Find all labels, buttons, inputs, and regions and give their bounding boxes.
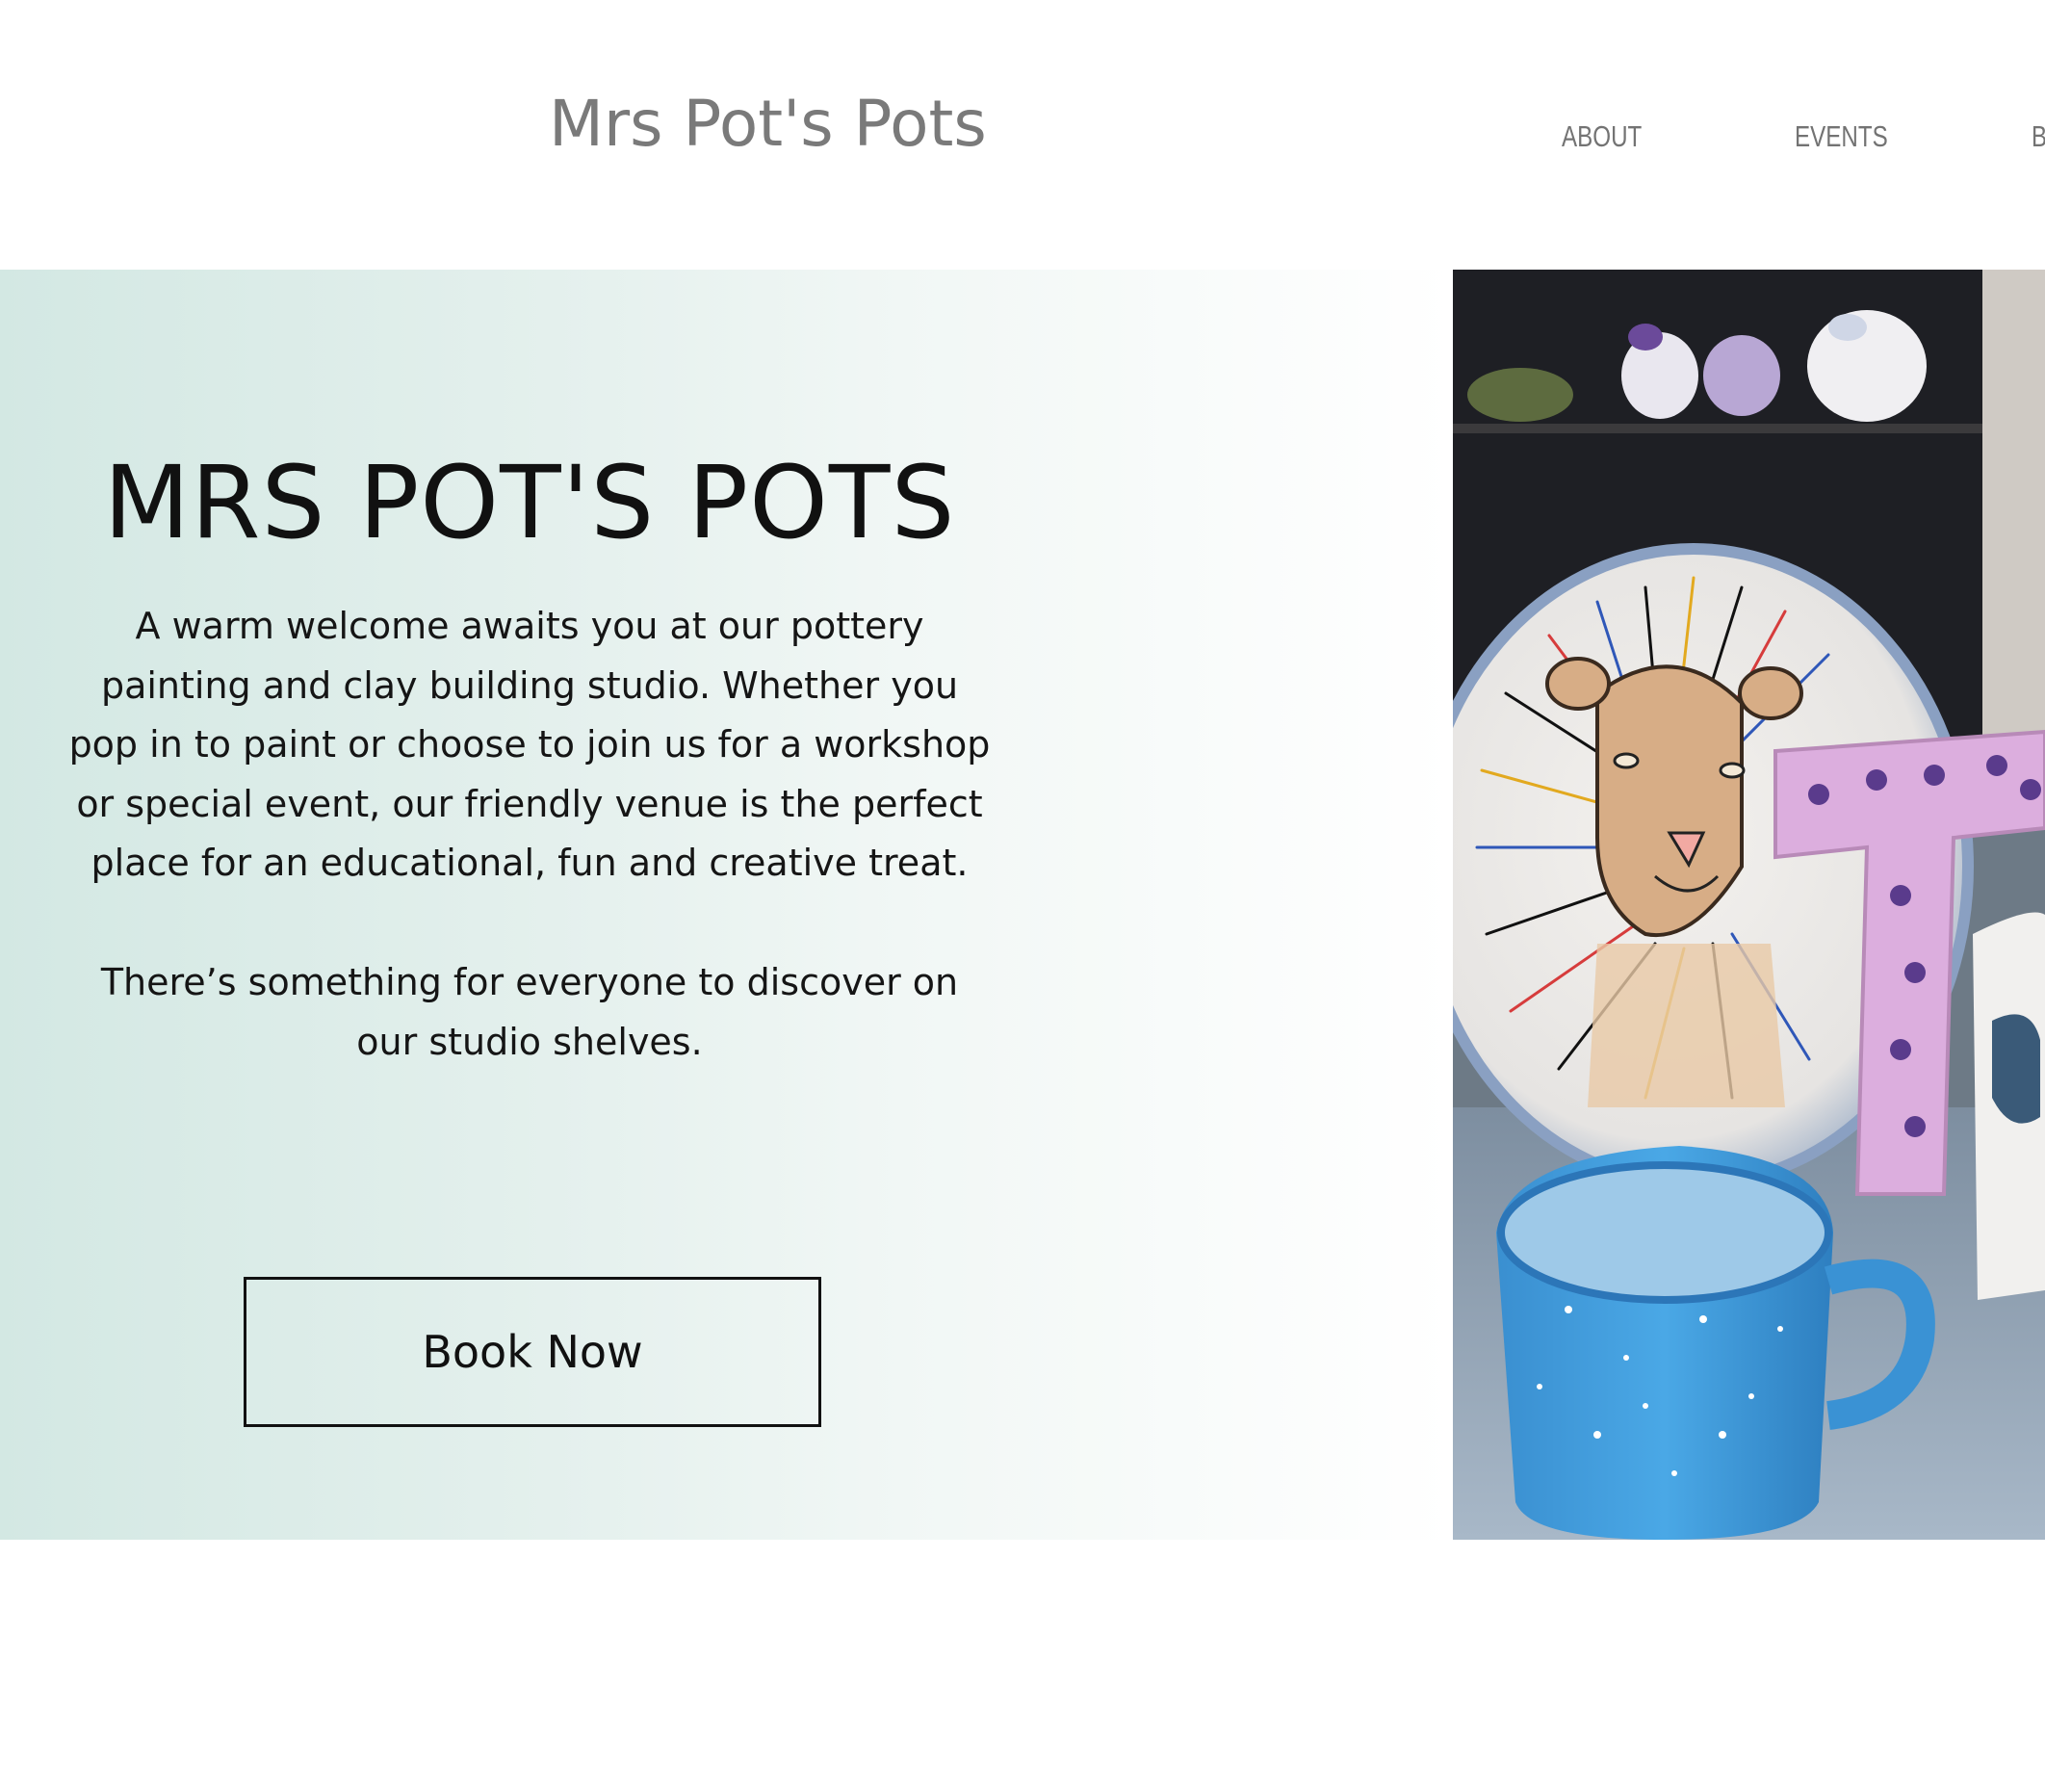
nav-link-clipped[interactable]: B — [2032, 121, 2045, 151]
hero-text-panel: MRS POT'S POTS A warm welcome awaits you… — [0, 270, 1453, 1540]
pottery-photo-illustration — [1453, 270, 2045, 1540]
book-now-button[interactable]: Book Now — [244, 1277, 821, 1427]
nav-link-about[interactable]: ABOUT — [1562, 121, 1642, 151]
hero-title: MRS POT'S POTS — [103, 444, 956, 561]
nav-link-events[interactable]: EVENTS — [1795, 121, 1888, 151]
hero-photo-pottery — [1453, 270, 2045, 1540]
hero-paragraph-discover: There’s something for everyone to discov… — [100, 960, 959, 1063]
hero-paragraph-welcome: A warm welcome awaits you at our pottery… — [68, 605, 991, 885]
hero-description: A warm welcome awaits you at our pottery… — [67, 597, 992, 1072]
site-logo[interactable]: Mrs Pot's Pots — [549, 92, 987, 156]
hero-section: MRS POT'S POTS A warm welcome awaits you… — [0, 270, 2045, 1540]
site-header: Mrs Pot's Pots ABOUT EVENTS B — [0, 0, 2045, 270]
